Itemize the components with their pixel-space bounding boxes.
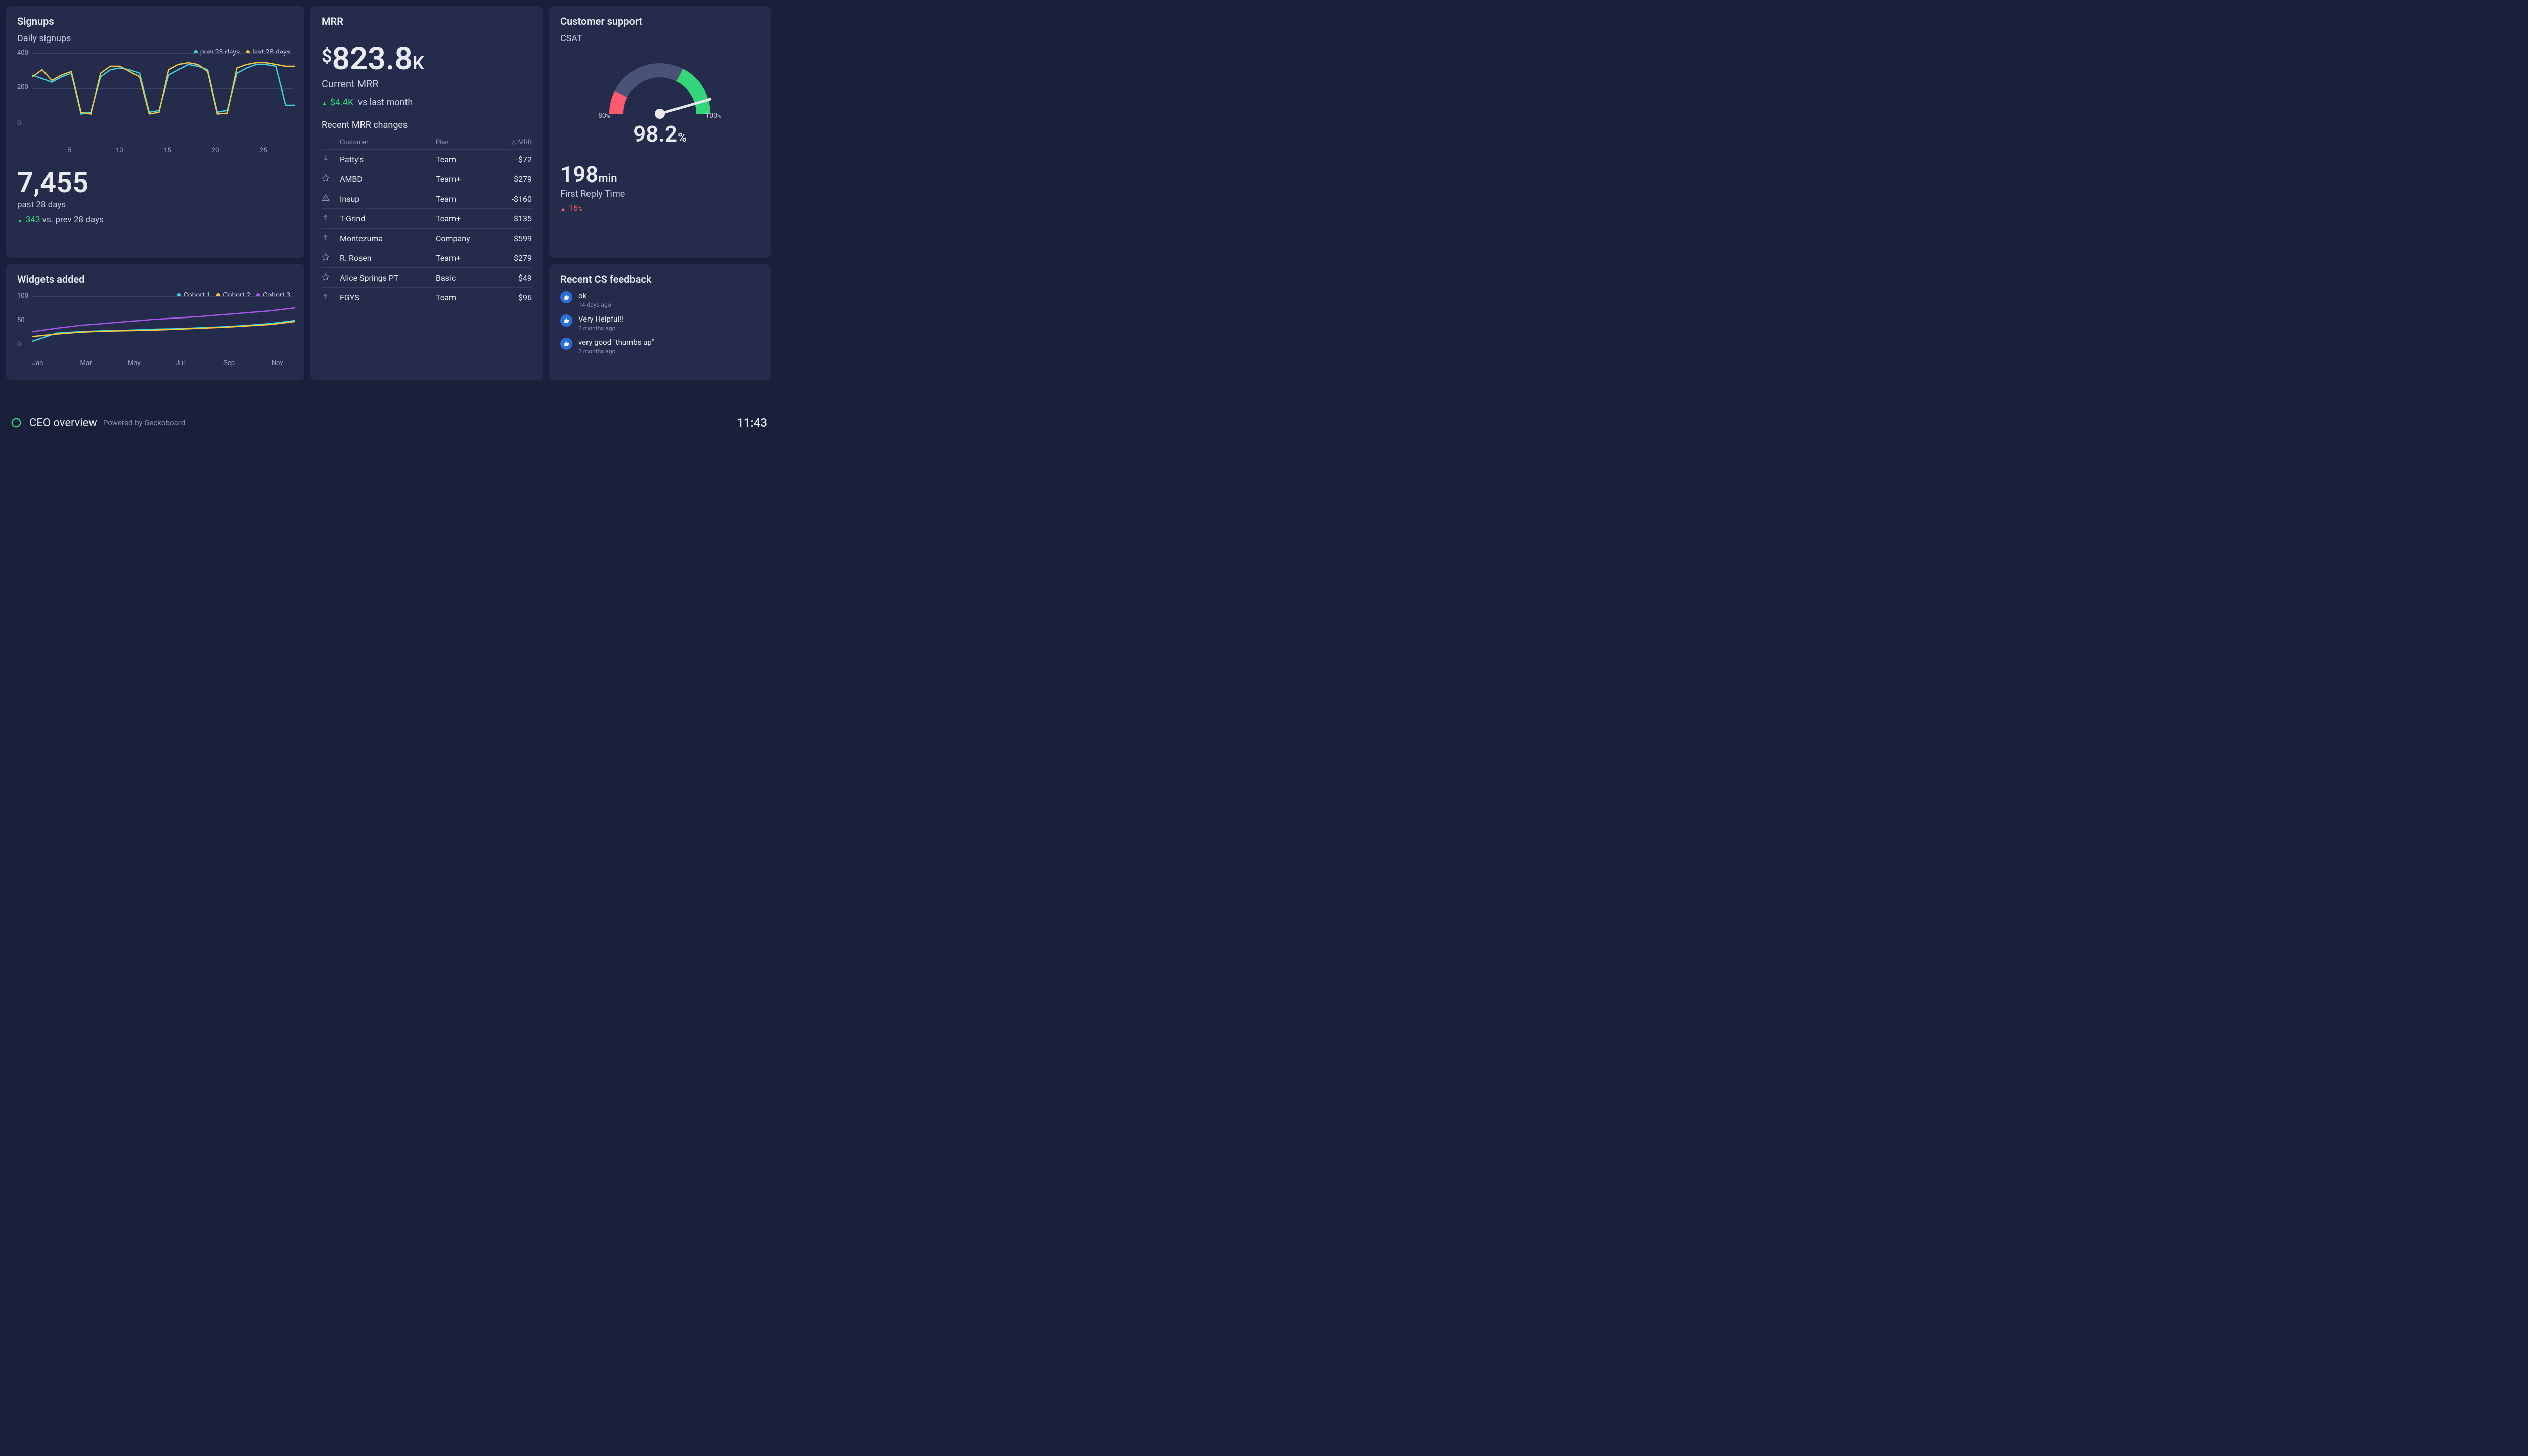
up-icon (322, 233, 340, 243)
feedback-title: Recent CS feedback (560, 273, 759, 285)
customer-cell: Patty's (340, 155, 436, 164)
y-tick-0: 0 (17, 120, 21, 127)
feedback-time: 2 months ago (578, 325, 623, 332)
y-tick-400: 400 (17, 49, 28, 57)
mrr-cell: -$160 (491, 194, 532, 204)
feedback-card: Recent CS feedback ok14 days ago Very Hel… (549, 264, 771, 380)
signups-total: 7,455 (17, 168, 293, 197)
feedback-item: very good "thumbs up"2 months ago (560, 338, 759, 355)
frt-label: First Reply Time (560, 189, 759, 199)
feedback-time: 2 months ago (578, 348, 654, 355)
mrr-cell: $49 (491, 273, 532, 283)
mrr-cell: $599 (491, 234, 532, 243)
feedback-time: 14 days ago (578, 301, 611, 308)
thumbs-up-icon (560, 338, 572, 350)
customer-cell: Montezuma (340, 234, 436, 243)
frt-value: 198min (560, 161, 759, 188)
signups-title: Signups (17, 15, 293, 27)
csat-gauge: 80% 100% (589, 48, 731, 124)
mrr-changes-title: Recent MRR changes (322, 120, 532, 130)
feedback-item: Very Helpful!!2 months ago (560, 314, 759, 332)
star-icon (322, 253, 340, 263)
table-row: FGYSTeam$96 (322, 287, 532, 307)
up-icon (322, 292, 340, 302)
plan-cell: Team+ (436, 253, 491, 263)
mrr-cell: $279 (491, 253, 532, 263)
powered-by: Powered by Geckoboard (103, 418, 185, 427)
feedback-text: Very Helpful!! (578, 314, 623, 324)
mrr-value: $823.8K (322, 43, 532, 75)
plan-cell: Basic (436, 273, 491, 283)
signups-delta: 343 vs. prev 28 days (17, 215, 293, 225)
mrr-title: MRR (322, 15, 532, 27)
star-icon (322, 272, 340, 283)
star-icon (322, 174, 340, 184)
table-row: T-GrindTeam+$135 (322, 208, 532, 228)
signups-chart: prev 28 days last 28 days 400 200 0 5 10… (17, 48, 293, 154)
customer-support-card: Customer support CSAT 80% 100% 98.2% 198… (549, 6, 771, 258)
table-row: InsupTeam-$160 (322, 189, 532, 208)
mrr-cell: $135 (491, 214, 532, 223)
plan-cell: Team (436, 194, 491, 204)
warn-icon (322, 194, 340, 204)
plan-cell: Team+ (436, 174, 491, 184)
signups-total-label: past 28 days (17, 200, 293, 210)
frt-delta: 16% (560, 203, 759, 213)
y-tick-200: 200 (17, 83, 28, 91)
plan-cell: Company (436, 234, 491, 243)
mrr-table: Customer Plan △ MRR Patty'sTeam-$72AMBDT… (322, 135, 532, 307)
customer-cell: Alice Springs PT (340, 273, 436, 283)
feedback-item: ok14 days ago (560, 291, 759, 308)
mrr-cell: $279 (491, 174, 532, 184)
mrr-cell: -$72 (491, 155, 532, 164)
geckoboard-logo-icon (9, 416, 23, 430)
footer: CEO overview Powered by Geckoboard 11:43 (9, 416, 768, 430)
customer-cell: Insup (340, 194, 436, 204)
feedback-text: ok (578, 291, 611, 300)
up-icon (322, 213, 340, 223)
customer-cell: FGYS (340, 293, 436, 302)
widgets-lines (32, 295, 295, 346)
widgets-chart: Cohort 1 Cohort 2 Cohort 3 100 50 0 JanM… (17, 291, 293, 367)
mrr-label: Current MRR (322, 78, 532, 90)
table-header: Customer Plan △ MRR (322, 135, 532, 149)
table-row: R. RosenTeam+$279 (322, 248, 532, 267)
signups-lines (32, 52, 295, 125)
widgets-title: Widgets added (17, 273, 293, 285)
plan-cell: Team+ (436, 214, 491, 223)
table-row: MontezumaCompany$599 (322, 228, 532, 248)
signups-chart-title: Daily signups (17, 33, 293, 44)
mrr-delta: $4.4K vs last month (322, 97, 532, 108)
cs-title: Customer support (560, 15, 759, 27)
thumbs-up-icon (560, 291, 572, 303)
plan-cell: Team (436, 155, 491, 164)
table-row: AMBDTeam+$279 (322, 169, 532, 189)
feedback-text: very good "thumbs up" (578, 338, 654, 347)
signups-card: Signups Daily signups prev 28 days last … (6, 6, 304, 258)
mrr-cell: $96 (491, 293, 532, 302)
table-row: Alice Springs PTBasic$49 (322, 267, 532, 287)
clock: 11:43 (737, 416, 768, 430)
customer-cell: T-Grind (340, 214, 436, 223)
csat-label: CSAT (560, 33, 759, 44)
mrr-card: MRR $823.8K Current MRR $4.4K vs last mo… (310, 6, 543, 380)
dashboard-title: CEO overview (29, 417, 97, 429)
customer-cell: AMBD (340, 174, 436, 184)
customer-cell: R. Rosen (340, 253, 436, 263)
widgets-card: Widgets added Cohort 1 Cohort 2 Cohort 3… (6, 264, 304, 380)
csat-value: 98.2% (560, 121, 759, 147)
thumbs-up-icon (560, 314, 572, 327)
table-row: Patty'sTeam-$72 (322, 149, 532, 169)
plan-cell: Team (436, 293, 491, 302)
down-icon (322, 154, 340, 164)
